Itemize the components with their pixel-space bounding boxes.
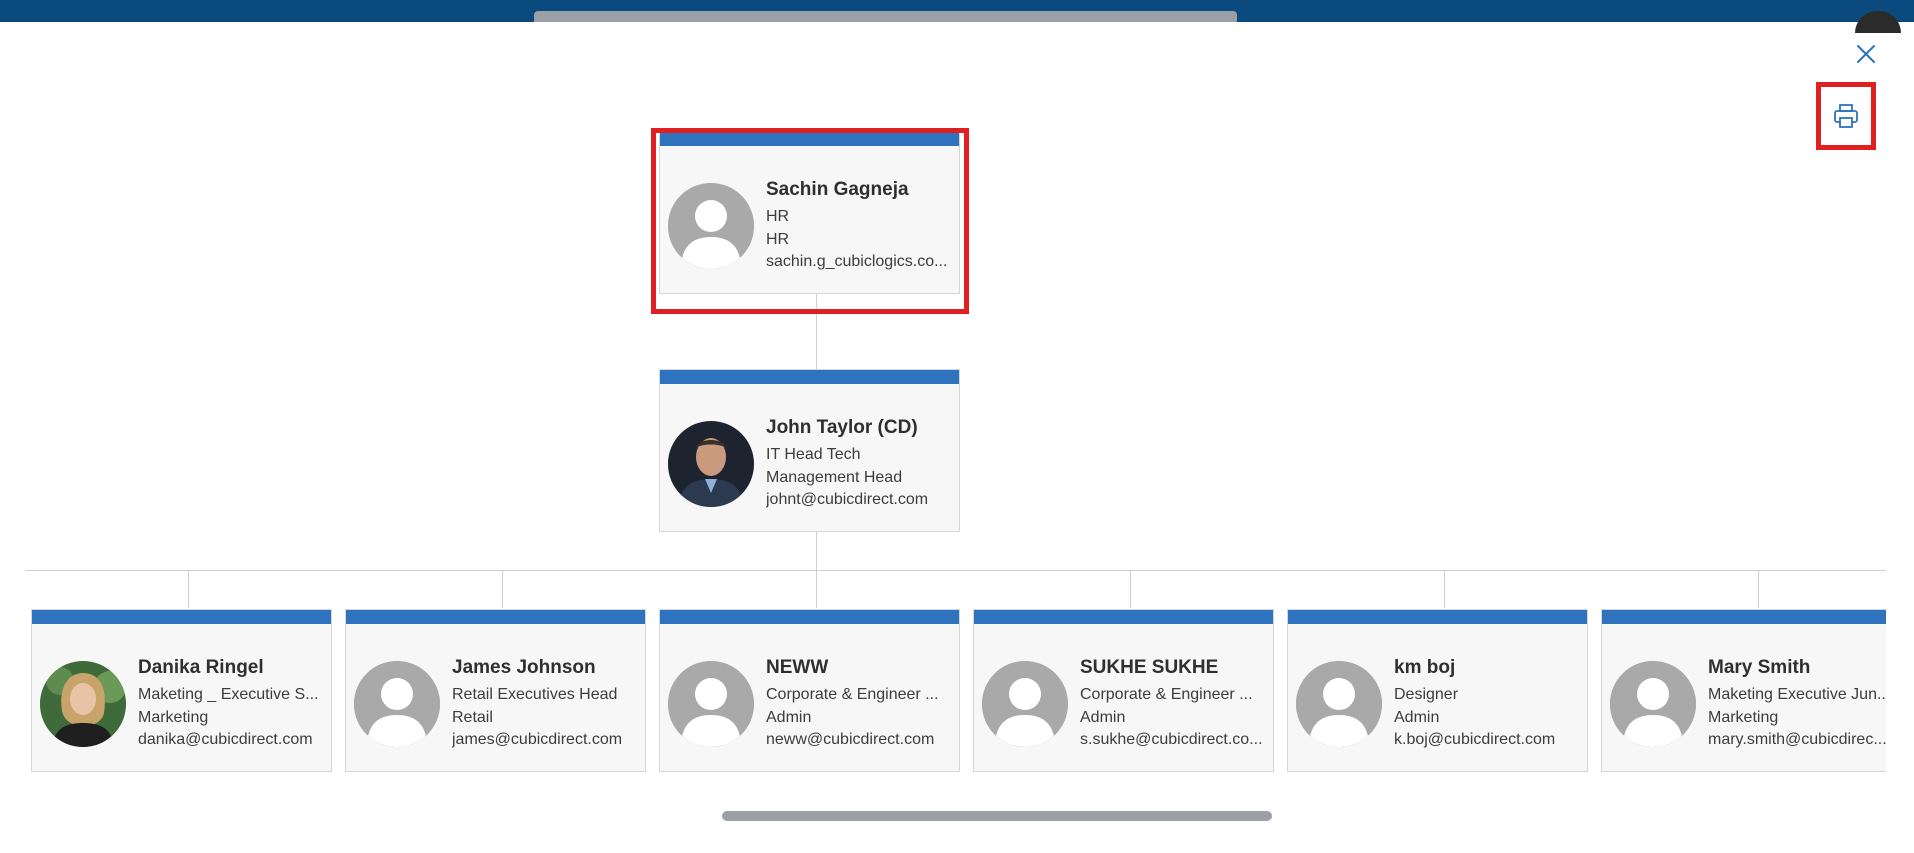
employee-title: Retail Executives Head xyxy=(452,686,618,703)
org-card-report[interactable]: Danika Ringel Maketing _ Executive S... … xyxy=(31,609,332,772)
employee-email: james@cubicdirect.com xyxy=(452,731,623,748)
employee-email: neww@cubicdirect.com xyxy=(766,731,935,748)
print-button[interactable] xyxy=(1816,82,1876,150)
employee-department: Management Head xyxy=(766,468,903,486)
employee-name: Mary Smith xyxy=(1708,657,1811,678)
card-info: James Johnson Retail Executives Head Ret… xyxy=(452,656,638,752)
employee-name: Sachin Gagneja xyxy=(766,179,909,200)
man-portrait-photo xyxy=(668,421,754,507)
card-info: SUKHE SUKHE Corporate & Engineer ... Adm… xyxy=(1080,656,1266,752)
org-card-report[interactable]: Mary Smith Maketing Executive Jun... Mar… xyxy=(1601,609,1886,772)
org-card-root[interactable]: Sachin Gagneja HR HR sachin.g_cubiclogic… xyxy=(659,131,960,294)
connector-report-4 xyxy=(1444,570,1445,608)
card-info: Danika Ringel Maketing _ Executive S... … xyxy=(138,656,324,752)
card-header-bar xyxy=(346,610,645,624)
org-card-report[interactable]: James Johnson Retail Executives Head Ret… xyxy=(345,609,646,772)
horizontal-scrollbar[interactable] xyxy=(722,811,1272,821)
avatar-placeholder-icon xyxy=(354,661,440,747)
employee-department: Admin xyxy=(1394,708,1440,726)
employee-department: HR xyxy=(766,230,790,248)
card-header-bar xyxy=(974,610,1273,624)
employee-department: Marketing xyxy=(138,708,209,726)
card-header-bar xyxy=(1288,610,1587,624)
connector-manager-reports xyxy=(816,532,817,570)
employee-department: Marketing xyxy=(1708,708,1779,726)
employee-department: Admin xyxy=(1080,708,1126,726)
employee-name: NEWW xyxy=(766,657,829,678)
card-header-bar xyxy=(660,610,959,624)
avatar-placeholder-icon xyxy=(668,661,754,747)
close-icon xyxy=(1857,45,1875,63)
employee-title: Maketing Executive Jun... xyxy=(1708,686,1886,703)
employee-name: SUKHE SUKHE xyxy=(1080,657,1219,678)
avatar-placeholder-icon xyxy=(1296,661,1382,747)
connector-report-5 xyxy=(1758,570,1759,608)
employee-email: k.boj@cubicdirect.com xyxy=(1394,731,1556,748)
org-card-report[interactable]: km boj Designer Admin k.boj@cubicdirect.… xyxy=(1287,609,1588,772)
connector-report-0 xyxy=(188,570,189,608)
employee-name: km boj xyxy=(1394,657,1456,678)
org-card-report[interactable]: SUKHE SUKHE Corporate & Engineer ... Adm… xyxy=(973,609,1274,772)
woman-portrait-photo xyxy=(40,661,126,747)
avatar-placeholder-icon xyxy=(668,183,754,269)
connector-report-3 xyxy=(1130,570,1131,608)
card-info: Sachin Gagneja HR HR sachin.g_cubiclogic… xyxy=(766,178,952,274)
org-chart-canvas: Sachin Gagneja HR HR sachin.g_cubiclogic… xyxy=(0,0,1886,853)
close-button[interactable] xyxy=(1852,40,1880,68)
employee-title: IT Head Tech xyxy=(766,446,861,463)
employee-name: Danika Ringel xyxy=(138,657,264,678)
employee-email: sachin.g_cubiclogics.co... xyxy=(766,253,948,270)
connector-report-2 xyxy=(816,570,817,608)
employee-title: HR xyxy=(766,208,790,225)
card-header-bar xyxy=(660,370,959,384)
employee-email: mary.smith@cubicdirec... xyxy=(1708,731,1886,748)
card-header-bar xyxy=(660,132,959,146)
employee-email: s.sukhe@cubicdirect.co... xyxy=(1080,731,1263,748)
employee-department: Retail xyxy=(452,708,493,726)
employee-title: Maketing _ Executive S... xyxy=(138,686,319,703)
employee-department: Admin xyxy=(766,708,812,726)
connector-horizontal xyxy=(25,570,1886,571)
employee-name: John Taylor (CD) xyxy=(766,417,918,438)
employee-name: James Johnson xyxy=(452,657,596,678)
printer-icon xyxy=(1834,104,1858,128)
employee-title: Corporate & Engineer ... xyxy=(766,686,939,703)
employee-title: Designer xyxy=(1394,686,1459,703)
card-info: NEWW Corporate & Engineer ... Admin neww… xyxy=(766,656,952,752)
employee-email: danika@cubicdirect.com xyxy=(138,731,313,748)
org-card-manager[interactable]: John Taylor (CD) IT Head Tech Management… xyxy=(659,369,960,532)
card-info: Mary Smith Maketing Executive Jun... Mar… xyxy=(1708,656,1886,752)
card-info: John Taylor (CD) IT Head Tech Management… xyxy=(766,416,952,512)
card-header-bar xyxy=(32,610,331,624)
card-header-bar xyxy=(1602,610,1886,624)
avatar-placeholder-icon xyxy=(982,661,1068,747)
connector-report-1 xyxy=(502,570,503,608)
avatar-placeholder-icon xyxy=(1610,661,1696,747)
card-info: km boj Designer Admin k.boj@cubicdirect.… xyxy=(1394,656,1580,752)
org-card-report[interactable]: NEWW Corporate & Engineer ... Admin neww… xyxy=(659,609,960,772)
employee-email: johnt@cubicdirect.com xyxy=(766,491,929,508)
connector-root-manager xyxy=(816,294,817,369)
employee-title: Corporate & Engineer ... xyxy=(1080,686,1253,703)
